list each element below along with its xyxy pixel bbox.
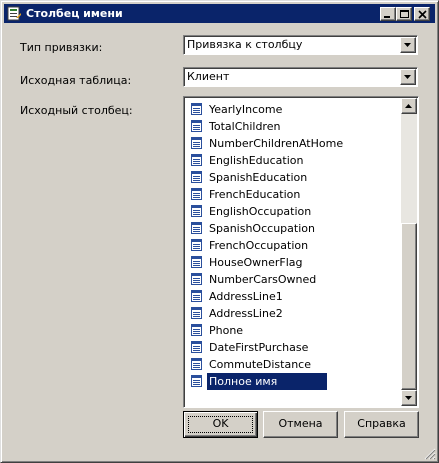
column-list: YearlyIncome TotalChildren NumberChildrenA… bbox=[190, 101, 395, 390]
dialog-window: Столбец имени Тип привязки: Привязка к с… bbox=[0, 0, 439, 463]
column-name: CommuteDistance bbox=[209, 358, 311, 371]
column-list-item[interactable]: DateFirstPurchase bbox=[190, 339, 395, 356]
close-icon bbox=[418, 10, 427, 19]
column-name: FrenchOccupation bbox=[209, 239, 309, 252]
source-column-label: Исходный столбец: bbox=[20, 104, 133, 117]
close-button[interactable] bbox=[414, 7, 430, 21]
source-table-dropdown-button[interactable] bbox=[400, 69, 416, 85]
column-name: NumberChildrenAtHome bbox=[209, 137, 344, 150]
source-column-listbox[interactable]: YearlyIncome TotalChildren NumberChildrenA… bbox=[183, 96, 419, 408]
column-icon bbox=[191, 256, 202, 268]
dialog-app-icon bbox=[7, 6, 21, 21]
column-icon bbox=[191, 290, 202, 302]
column-name: EnglishEducation bbox=[209, 154, 304, 167]
scroll-down-button[interactable] bbox=[401, 390, 417, 406]
column-name: HouseOwnerFlag bbox=[209, 256, 303, 269]
column-list-item[interactable]: FrenchEducation bbox=[190, 186, 395, 203]
source-table-label: Исходная таблица: bbox=[20, 74, 132, 87]
column-list-item[interactable]: NumberCarsOwned bbox=[190, 271, 395, 288]
help-button[interactable]: Справка bbox=[344, 411, 419, 438]
chevron-down-icon bbox=[404, 75, 411, 79]
column-icon bbox=[191, 205, 202, 217]
column-icon bbox=[191, 222, 202, 234]
column-list-item[interactable]: TotalChildren bbox=[190, 118, 395, 135]
column-icon bbox=[191, 120, 202, 132]
column-list-item[interactable]: EnglishEducation bbox=[190, 152, 395, 169]
binding-type-dropdown[interactable]: Привязка к столбцу bbox=[183, 35, 418, 55]
arrow-down-icon bbox=[405, 396, 412, 400]
arrow-up-icon bbox=[405, 104, 412, 108]
binding-type-dropdown-button[interactable] bbox=[400, 37, 416, 53]
column-icon bbox=[191, 188, 202, 200]
column-name: EnglishOccupation bbox=[209, 205, 312, 218]
column-name: TotalChildren bbox=[209, 120, 281, 133]
vertical-scrollbar[interactable] bbox=[401, 98, 417, 406]
column-list-item[interactable]: AddressLine2 bbox=[190, 305, 395, 322]
column-list-item[interactable]: HouseOwnerFlag bbox=[190, 254, 395, 271]
column-icon bbox=[191, 273, 202, 285]
column-list-item[interactable]: SpanishEducation bbox=[190, 169, 395, 186]
resize-grip-icon[interactable] bbox=[424, 448, 436, 460]
ok-button[interactable]: OK bbox=[183, 411, 258, 438]
maximize-icon bbox=[400, 10, 409, 18]
column-name: YearlyIncome bbox=[209, 103, 283, 116]
column-icon bbox=[191, 324, 202, 336]
chevron-down-icon bbox=[404, 43, 411, 47]
column-icon bbox=[191, 375, 202, 387]
column-list-item[interactable]: Полное имя bbox=[190, 373, 395, 390]
column-icon bbox=[191, 239, 202, 251]
column-list-item[interactable]: YearlyIncome bbox=[190, 101, 395, 118]
binding-type-label: Тип привязки: bbox=[20, 41, 103, 54]
column-name: NumberCarsOwned bbox=[209, 273, 317, 286]
help-button-label: Справка bbox=[357, 417, 406, 430]
column-name: AddressLine1 bbox=[209, 290, 283, 303]
column-list-item[interactable]: Phone bbox=[190, 322, 395, 339]
column-name: DateFirstPurchase bbox=[209, 341, 309, 354]
column-list-item[interactable]: CommuteDistance bbox=[190, 356, 395, 373]
scroll-up-button[interactable] bbox=[401, 98, 417, 114]
maximize-button[interactable] bbox=[396, 7, 412, 21]
column-list-item[interactable]: AddressLine1 bbox=[190, 288, 395, 305]
source-table-dropdown[interactable]: Клиент bbox=[183, 67, 418, 87]
source-table-value: Клиент bbox=[187, 70, 230, 83]
column-name: Полное имя bbox=[207, 373, 327, 390]
dialog-title: Столбец имени bbox=[26, 7, 123, 20]
column-icon bbox=[191, 307, 202, 319]
column-icon bbox=[191, 358, 202, 370]
minimize-button[interactable] bbox=[380, 7, 396, 21]
minimize-icon bbox=[384, 16, 390, 18]
column-name: Phone bbox=[209, 324, 244, 337]
binding-type-value: Привязка к столбцу bbox=[187, 38, 303, 51]
title-bar[interactable]: Столбец имени bbox=[4, 4, 435, 23]
scroll-thumb[interactable] bbox=[401, 223, 417, 390]
cancel-button-label: Отмена bbox=[278, 417, 323, 430]
column-list-item[interactable]: NumberChildrenAtHome bbox=[190, 135, 395, 152]
cancel-button[interactable]: Отмена bbox=[263, 411, 338, 438]
column-name: AddressLine2 bbox=[209, 307, 283, 320]
column-icon bbox=[191, 137, 202, 149]
column-list-item[interactable]: FrenchOccupation bbox=[190, 237, 395, 254]
column-icon bbox=[191, 154, 202, 166]
column-name: SpanishEducation bbox=[209, 171, 308, 184]
column-name: FrenchEducation bbox=[209, 188, 301, 201]
column-icon bbox=[191, 341, 202, 353]
column-list-item[interactable]: EnglishOccupation bbox=[190, 203, 395, 220]
column-icon bbox=[191, 103, 202, 115]
column-name: SpanishOccupation bbox=[209, 222, 315, 235]
focus-rectangle bbox=[188, 416, 253, 433]
column-list-item[interactable]: SpanishOccupation bbox=[190, 220, 395, 237]
column-icon bbox=[191, 171, 202, 183]
